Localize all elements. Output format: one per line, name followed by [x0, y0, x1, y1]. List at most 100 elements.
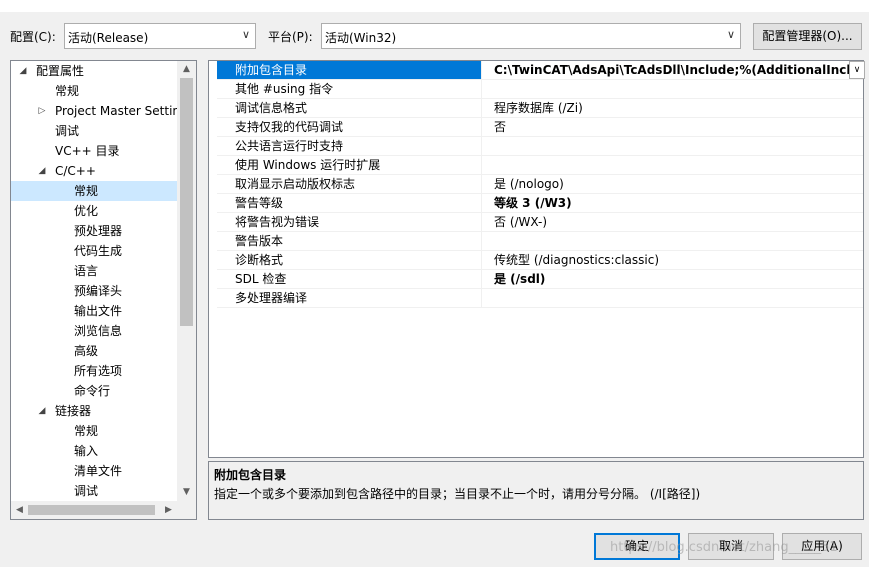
tree-item-label: 预处理器 [74, 224, 123, 238]
tree-item[interactable]: 调试 [11, 121, 177, 141]
tree-item-label: 所有选项 [74, 364, 123, 378]
config-dropdown-value: 活动(Release) [68, 31, 149, 45]
tree-item[interactable]: 输入 [11, 441, 177, 461]
property-row[interactable]: 警告版本 [217, 232, 863, 251]
tree-item-label: 命令行 [74, 384, 111, 398]
tree-item[interactable]: 高级 [11, 341, 177, 361]
tree-item[interactable]: 输出文件 [11, 301, 177, 321]
tree-item-label: 调试 [74, 484, 99, 498]
tree-item[interactable]: 代码生成 [11, 241, 177, 261]
tree-item[interactable]: ◢ 配置属性 [11, 61, 177, 81]
property-row[interactable]: 调试信息格式 程序数据库 (/Zi) [217, 99, 863, 118]
tree-item[interactable]: 常规 [11, 81, 177, 101]
property-value[interactable]: 传统型 (/diagnostics:classic) [491, 251, 863, 269]
property-tree[interactable]: ◢ 配置属性常规 ▷ Project Master Settings 调试 VC++ 目录… [10, 60, 197, 520]
property-value[interactable] [491, 232, 863, 250]
tree-item-label: 常规 [74, 424, 99, 438]
property-value[interactable]: 程序数据库 (/Zi) [491, 99, 863, 117]
tree-item[interactable]: 调试 [11, 481, 177, 501]
property-row[interactable]: 诊断格式 传统型 (/diagnostics:classic) [217, 251, 863, 270]
property-name: 多处理器编译 [217, 289, 482, 307]
tree-item[interactable]: 常规 [11, 181, 177, 201]
property-value[interactable]: 是 (/nologo) [491, 175, 863, 193]
property-row[interactable]: 将警告视为错误否 (/WX-) [217, 213, 863, 232]
expanded-arrow-icon[interactable]: ◢ [36, 161, 48, 181]
tree-item[interactable]: 清单文件 [11, 461, 177, 481]
scroll-down-icon[interactable]: ▼ [177, 484, 196, 501]
property-row[interactable]: 支持仅我的代码调试否 [217, 118, 863, 137]
tree-item-label: 语言 [74, 264, 99, 278]
property-name: 取消显示启动版权标志 [217, 175, 482, 193]
scroll-thumb[interactable] [180, 78, 193, 326]
tree-item[interactable]: 常规 [11, 421, 177, 441]
tree-item[interactable]: 预处理器 [11, 221, 177, 241]
tree-item[interactable]: VC++ 目录 [11, 141, 177, 161]
property-value[interactable] [491, 80, 863, 98]
platform-dropdown[interactable]: 活动(Win32) ∨ [321, 23, 741, 49]
property-value[interactable] [491, 289, 863, 307]
property-name: 将警告视为错误 [217, 213, 482, 231]
config-dropdown[interactable]: 活动(Release) ∨ [64, 23, 256, 49]
tree-item-label: 输出文件 [74, 304, 123, 318]
tree-item[interactable]: ◢ C/C++ [11, 161, 177, 181]
tree-item[interactable]: 所有选项 [11, 361, 177, 381]
property-row[interactable]: 多处理器编译 [217, 289, 863, 308]
scroll-thumb[interactable] [28, 505, 155, 515]
tree-item-label: 常规 [55, 84, 80, 98]
tree-item[interactable]: 浏览信息 [11, 321, 177, 341]
top-strip [0, 0, 869, 12]
expanded-arrow-icon[interactable]: ◢ [17, 61, 29, 81]
property-value[interactable]: 是 (/sdl) [491, 270, 863, 288]
property-row[interactable]: 警告等级 等级 3 (/W3) [217, 194, 863, 213]
expanded-arrow-icon[interactable]: ◢ [36, 401, 48, 421]
property-row[interactable]: SDL 检查是 (/sdl) [217, 270, 863, 289]
property-value[interactable]: 否 (/WX-) [491, 213, 863, 231]
chevron-down-icon[interactable]: ∨ [849, 61, 865, 79]
tree-item-label: 链接器 [55, 404, 92, 418]
chevron-down-icon: ∨ [241, 28, 250, 41]
property-row[interactable]: 使用 Windows 运行时扩展 [217, 156, 863, 175]
property-name: 调试信息格式 [217, 99, 482, 117]
scroll-left-icon[interactable]: ◀ [11, 501, 28, 519]
description-title: 附加包含目录 [214, 468, 287, 482]
tree-item-label: 高级 [74, 344, 99, 358]
scroll-up-icon[interactable]: ▲ [177, 61, 196, 78]
tree-item[interactable]: ▷ Project Master Settings [11, 101, 177, 121]
tree-item[interactable]: 语言 [11, 261, 177, 281]
property-value[interactable]: 否 [491, 118, 863, 136]
config-label: 配置(C): [10, 30, 56, 44]
description-text: 指定一个或多个要添加到包含路径中的目录；当目录不止一个时，请用分号分隔。 (/I… [214, 487, 701, 501]
tree-vertical-scrollbar[interactable]: ▲ ▼ [177, 61, 196, 501]
tree-item[interactable]: 预编译头 [11, 281, 177, 301]
scroll-right-icon[interactable]: ▶ [160, 501, 177, 519]
property-row[interactable]: 公共语言运行时支持 [217, 137, 863, 156]
tree-item-label: 配置属性 [36, 64, 85, 78]
collapsed-arrow-icon[interactable]: ▷ [36, 101, 48, 121]
platform-dropdown-value: 活动(Win32) [325, 31, 397, 45]
tree-item-label: C/C++ [55, 164, 96, 178]
tree-item-label: 输入 [74, 444, 99, 458]
tree-item[interactable]: 优化 [11, 201, 177, 221]
tree-item-label: 预编译头 [74, 284, 123, 298]
chevron-down-icon: ∨ [726, 28, 735, 41]
tree-horizontal-scrollbar[interactable]: ◀ ▶ [11, 501, 177, 519]
property-value[interactable]: 等级 3 (/W3) [491, 194, 863, 212]
tree-item-label: Project Master Settings [55, 104, 177, 118]
property-name: 支持仅我的代码调试 [217, 118, 482, 136]
property-row[interactable]: 其他 #using 指令 [217, 80, 863, 99]
property-name: 诊断格式 [217, 251, 482, 269]
tree-item[interactable]: ◢ 链接器 [11, 401, 177, 421]
scrollbar-corner [177, 501, 196, 519]
tree-item[interactable]: 命令行 [11, 381, 177, 401]
tree-item-label: VC++ 目录 [55, 144, 120, 158]
property-value[interactable]: C:\TwinCAT\AdsApi\TcAdsDll\Include;%(Add… [491, 61, 849, 79]
config-manager-button[interactable]: 配置管理器(O)... [753, 23, 862, 50]
property-grid[interactable]: 附加包含目录 C:\TwinCAT\AdsApi\TcAdsDll\Include… [208, 60, 865, 458]
property-name: 附加包含目录 [217, 61, 482, 79]
tree-item-label: 常规 [74, 184, 99, 198]
property-row[interactable]: 取消显示启动版权标志是 (/nologo) [217, 175, 863, 194]
property-row[interactable]: 附加包含目录 C:\TwinCAT\AdsApi\TcAdsDll\Include… [217, 61, 865, 80]
property-value[interactable] [491, 137, 863, 155]
property-value[interactable] [491, 156, 863, 174]
property-name: SDL 检查 [217, 270, 482, 288]
